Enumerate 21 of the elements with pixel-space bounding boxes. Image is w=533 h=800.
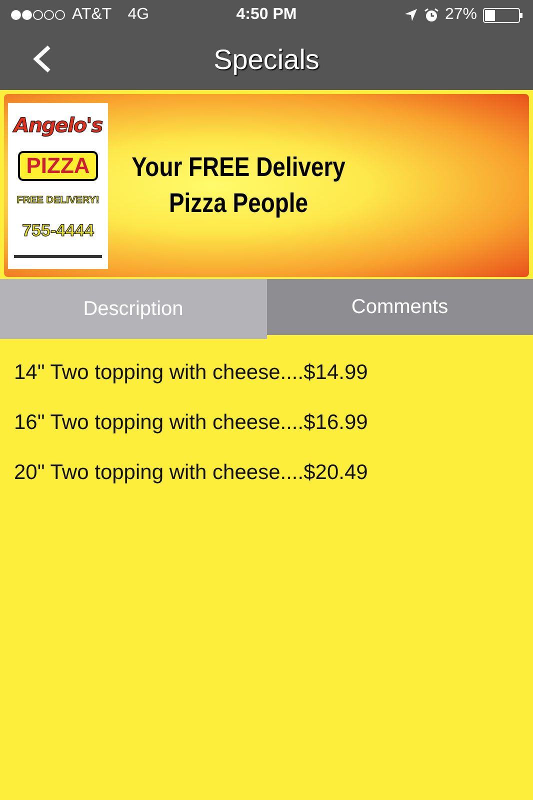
banner-headline: Pizza People bbox=[168, 186, 308, 220]
carrier-label: AT&T bbox=[72, 6, 112, 24]
status-time: 4:50 PM bbox=[236, 6, 297, 24]
signal-icon bbox=[10, 9, 66, 21]
battery-percent: 27% bbox=[444, 6, 477, 24]
special-item: 16" Two topping with cheese....$16.99 bbox=[14, 411, 369, 435]
special-item: 14" Two topping with cheese....$14.99 bbox=[14, 361, 369, 385]
alarm-clock-icon bbox=[424, 8, 439, 22]
logo-tagline: FREE DELIVERY! bbox=[16, 195, 100, 206]
special-item: 20" Two topping with cheese....$20.49 bbox=[14, 461, 369, 485]
screen-title: Specials bbox=[214, 44, 320, 76]
back-chevron-icon bbox=[32, 44, 52, 74]
location-arrow-icon bbox=[404, 8, 418, 22]
tab[interactable]: Description bbox=[0, 279, 266, 339]
logo-phone: 755-4444 bbox=[22, 220, 94, 241]
logo-name: Angelo's bbox=[14, 112, 102, 137]
battery-icon bbox=[483, 8, 523, 22]
tab[interactable]: Comments bbox=[266, 279, 533, 335]
banner-headline: Your FREE Delivery bbox=[132, 151, 346, 184]
network-label: 4G bbox=[128, 6, 150, 24]
logo-product: PIZZA bbox=[18, 151, 98, 182]
